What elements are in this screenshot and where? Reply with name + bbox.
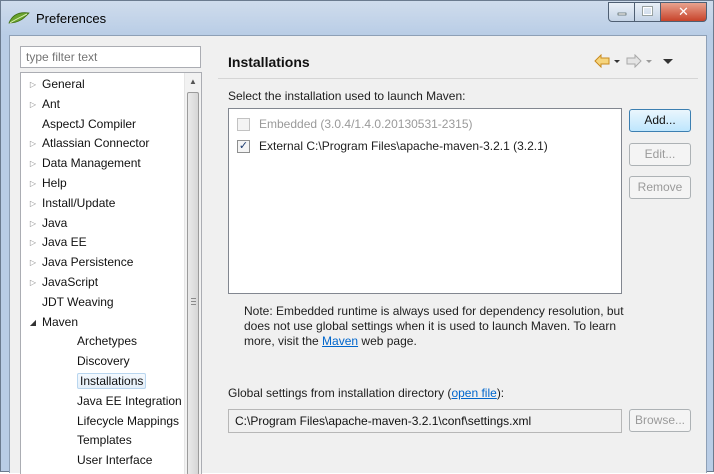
tree-child-item[interactable]: Installations (77, 372, 147, 391)
close-icon: ✕ (678, 4, 689, 19)
global-label-text: Global settings from installation direct… (228, 386, 452, 400)
collapsed-arrow-icon[interactable]: ▷ (27, 214, 39, 233)
edit-button[interactable]: Edit... (629, 143, 691, 166)
tree-item-label: Maven (42, 314, 79, 329)
client-area: ▷General▷AntAspectJ Compiler▷Atlassian C… (9, 35, 707, 474)
tree-child-item[interactable]: Templates (77, 431, 132, 450)
window-controls: ✕ (608, 2, 707, 22)
open-file-link[interactable]: open file (451, 386, 496, 400)
tree-item-label: Archetypes (77, 334, 138, 349)
tree-child-item[interactable]: Discovery (77, 352, 130, 371)
collapsed-arrow-icon[interactable]: ▷ (27, 233, 39, 252)
external-checkbox[interactable]: ✓ (237, 139, 250, 153)
tree-item-label: Data Management (42, 156, 141, 171)
tree-item-label: JDT Weaving (42, 294, 114, 309)
collapsed-arrow-icon[interactable]: ▷ (27, 134, 39, 153)
tree-child-item[interactable]: Archetypes (77, 332, 137, 351)
tree-child-item[interactable]: Lifecycle Mappings (77, 412, 179, 431)
view-menu-icon[interactable] (662, 54, 674, 70)
tree-item-label: User Interface (77, 453, 153, 468)
close-button[interactable]: ✕ (661, 2, 707, 22)
embedded-note: Note: Embedded runtime is always used fo… (244, 304, 624, 349)
tree-item-label: Install/Update (42, 195, 116, 210)
tree-item-label: AspectJ Compiler (42, 116, 137, 131)
maximize-icon (642, 5, 653, 19)
tree-child-item[interactable]: Java EE Integration (77, 392, 182, 411)
window-title: Preferences (36, 11, 107, 26)
minimize-icon (617, 5, 627, 19)
tree-item-label: Java EE (42, 235, 87, 250)
browse-button[interactable]: Browse... (629, 409, 691, 432)
tree-item-label: Templates (77, 433, 132, 448)
embedded-checkbox[interactable] (237, 117, 250, 131)
collapsed-arrow-icon[interactable]: ▷ (27, 273, 39, 292)
tree-item-label: Installations (77, 373, 147, 389)
scroll-thumb[interactable] (187, 92, 199, 474)
tree-scrollbar[interactable]: ▲ (184, 73, 201, 474)
add-button[interactable]: Add... (629, 109, 691, 132)
tree-item-label: Java Persistence (42, 255, 134, 270)
filter-input[interactable] (20, 46, 201, 68)
header-divider (218, 78, 698, 79)
checkmark-icon: ✓ (238, 140, 249, 152)
page-title: Installations (228, 54, 310, 70)
tree-item-label: Help (42, 176, 67, 190)
tree-item-label: General (42, 77, 85, 91)
maximize-button[interactable] (635, 2, 661, 22)
forward-arrow-icon[interactable] (626, 53, 642, 70)
forward-menu-icon[interactable] (645, 54, 653, 70)
installation-row-embedded[interactable]: Embedded (3.0.4/1.4.0.20130531-2315) (237, 115, 473, 133)
back-menu-icon[interactable] (613, 54, 621, 70)
tree-item-label: Java (42, 215, 68, 230)
note-text-end: web page. (358, 334, 417, 348)
tree-item-label: Ant (42, 96, 61, 111)
tree-item-label: JavaScript (42, 275, 99, 289)
tree-item-label: Atlassian Connector (42, 136, 150, 151)
collapsed-arrow-icon[interactable]: ▷ (27, 253, 39, 272)
installations-prompt: Select the installation used to launch M… (228, 89, 466, 103)
global-settings-label: Global settings from installation direct… (228, 386, 504, 400)
tree-item-label: Java EE Integration (77, 393, 182, 408)
tree-child-item[interactable]: User Interface (77, 451, 152, 470)
preferences-window: Preferences ✕ ▷General▷AntAspectJ Compil… (0, 0, 714, 474)
collapsed-arrow-icon[interactable]: ▷ (27, 75, 39, 94)
preference-tree: ▷ General ▷ Ant AspectJ Compiler ▷ Atlassian C… (20, 72, 202, 474)
scroll-up-icon[interactable]: ▲ (185, 73, 201, 90)
collapsed-arrow-icon[interactable]: ▷ (27, 95, 39, 114)
back-arrow-icon[interactable] (594, 53, 610, 70)
global-settings-path: C:\Program Files\apache-maven-3.2.1\conf… (228, 409, 622, 433)
minimize-button[interactable] (608, 2, 635, 22)
installations-list[interactable]: Embedded (3.0.4/1.4.0.20130531-2315) ✓ E… (228, 108, 622, 294)
collapsed-arrow-icon[interactable]: ▷ (27, 174, 39, 193)
tree-item-label: Lifecycle Mappings (77, 413, 180, 428)
installation-label: External C:\Program Files\apache-maven-3… (259, 139, 548, 153)
collapsed-arrow-icon[interactable]: ▷ (27, 154, 39, 173)
installation-label: Embedded (3.0.4/1.4.0.20130531-2315) (259, 117, 473, 131)
installation-row-external[interactable]: ✓ External C:\Program Files\apache-maven… (237, 137, 548, 155)
eclipse-leaf-icon (8, 11, 30, 25)
expanded-arrow-icon[interactable]: ◢ (27, 313, 39, 332)
note-text: Note: Embedded runtime is always used fo… (244, 304, 624, 348)
global-label-end: ): (496, 386, 505, 400)
collapsed-arrow-icon[interactable]: ▷ (27, 194, 39, 213)
remove-button[interactable]: Remove (629, 176, 691, 199)
title-bar[interactable]: Preferences ✕ (1, 1, 713, 35)
tree-item-label: Discovery (77, 354, 130, 369)
maven-link[interactable]: Maven (322, 334, 358, 348)
